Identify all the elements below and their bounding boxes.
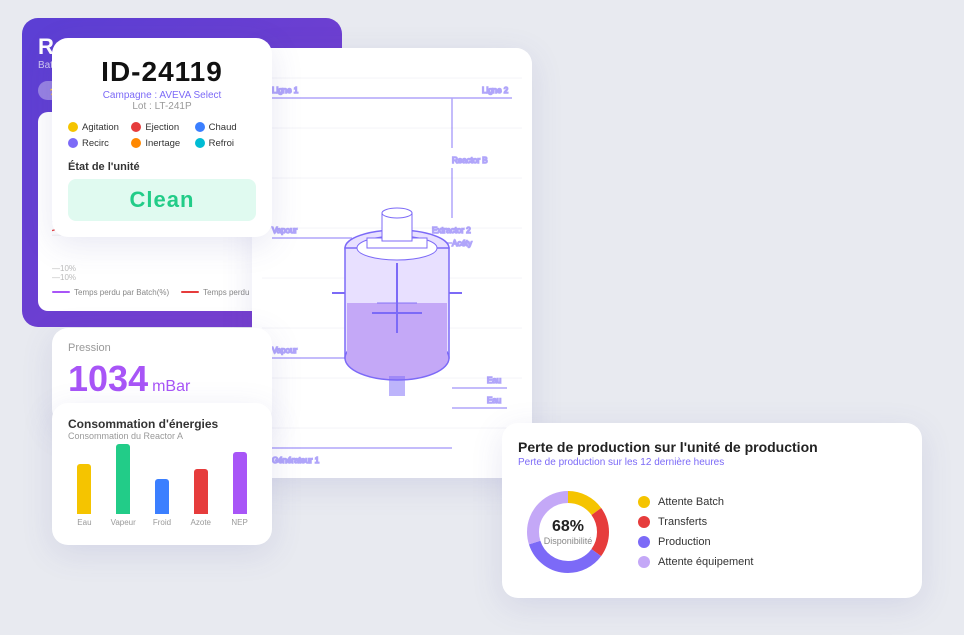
bar-label-froid: Froid	[153, 518, 171, 527]
badge-recirc: Recirc	[68, 138, 129, 149]
dot-refroi	[195, 138, 205, 148]
badge-agitation: Agitation	[68, 122, 129, 133]
process-svg: Ligne 1 Ligne 2 Reactor B Extractor 2 Ac…	[252, 48, 532, 478]
badge-ejection: Ejection	[131, 122, 192, 133]
bar-group-froid: Froid	[146, 479, 179, 527]
badge-label-agitation: Agitation	[82, 122, 119, 133]
dot-agitation	[68, 122, 78, 132]
bar-group-azote: Azote	[184, 469, 217, 527]
badge-label-recirc: Recirc	[82, 138, 109, 149]
badge-label-refroi: Refroi	[209, 138, 234, 149]
dot-attente-batch	[638, 496, 650, 508]
id-title: ID-24119	[68, 56, 256, 88]
badges-grid: Agitation Ejection Chaud Recirc Inertage…	[68, 122, 256, 149]
bar-chart: Eau Vapeur Froid Azote NEP	[68, 451, 256, 531]
badge-label-chaud: Chaud	[209, 122, 237, 133]
dot-production	[638, 536, 650, 548]
legend-batch-pct: Temps perdu par Batch(%)	[52, 288, 169, 297]
badge-chaud: Chaud	[195, 122, 256, 133]
id-lot: Lot : LT-241P	[68, 101, 256, 112]
legend-attente-equipement: Attente équipement	[638, 556, 753, 568]
dot-transferts	[638, 516, 650, 528]
id-card: ID-24119 Campagne : AVEVA Select Lot : L…	[52, 38, 272, 237]
legend-transferts: Transferts	[638, 516, 753, 528]
scene: ID-24119 Campagne : AVEVA Select Lot : L…	[22, 18, 942, 618]
bar-eau	[77, 464, 91, 514]
bar-label-azote: Azote	[191, 518, 211, 527]
label-attente-batch: Attente Batch	[658, 496, 724, 508]
badge-label-inertage: Inertage	[145, 138, 180, 149]
svg-text:Générateur 1: Générateur 1	[272, 456, 320, 465]
legend-line-red	[181, 291, 199, 293]
energy-sub: Consommation du Reactor A	[68, 431, 256, 441]
svg-text:Extractor 2: Extractor 2	[432, 226, 471, 235]
bar-nep	[233, 452, 247, 514]
prod-sub: Perte de production sur les 12 dernière …	[518, 457, 906, 468]
svg-text:Eau: Eau	[487, 376, 501, 385]
pressure-number: 1034	[68, 358, 148, 400]
dot-chaud	[195, 122, 205, 132]
y-label-left-1: —10%	[52, 264, 76, 273]
dot-attente-equipement	[638, 556, 650, 568]
pressure-unit: mBar	[152, 378, 190, 396]
process-diagram-card: Ligne 1 Ligne 2 Reactor B Extractor 2 Ac…	[252, 48, 532, 478]
legend-line-purple	[52, 291, 70, 293]
donut-percentage: 68%	[544, 518, 593, 536]
pressure-value: 1034 mBar	[68, 358, 256, 400]
bar-group-nep: NEP	[223, 452, 256, 527]
dot-inertage	[131, 138, 141, 148]
svg-text:Acéty: Acéty	[452, 239, 472, 248]
donut-label: Disponibilité	[544, 536, 593, 546]
energy-title: Consommation d'énergies	[68, 417, 256, 431]
legend-label-pct: Temps perdu par Batch(%)	[74, 288, 169, 297]
legend-attente-batch: Attente Batch	[638, 496, 753, 508]
legend-production: Production	[638, 536, 753, 548]
bar-froid	[155, 479, 169, 514]
bar-label-nep: NEP	[231, 518, 247, 527]
dot-ejection	[131, 122, 141, 132]
label-transferts: Transferts	[658, 516, 707, 528]
pressure-label: Pression	[68, 342, 256, 354]
bar-group-vapeur: Vapeur	[107, 444, 140, 527]
bar-vapeur	[116, 444, 130, 514]
badge-refroi: Refroi	[195, 138, 256, 149]
production-card: Perte de production sur l'unité de produ…	[502, 423, 922, 598]
bar-label-vapeur: Vapeur	[111, 518, 136, 527]
y-label-left-2: —10%	[52, 273, 76, 282]
unit-label: État de l'unité	[68, 161, 256, 173]
label-attente-equipement: Attente équipement	[658, 556, 753, 568]
donut-center: 68% Disponibilité	[544, 518, 593, 546]
svg-text:Vapour: Vapour	[272, 226, 298, 235]
svg-text:Vapour: Vapour	[272, 346, 298, 355]
energy-card: Consommation d'énergies Consommation du …	[52, 403, 272, 545]
label-production: Production	[658, 536, 711, 548]
svg-text:Ligne 1: Ligne 1	[272, 86, 299, 95]
badge-label-ejection: Ejection	[145, 122, 179, 133]
svg-text:Ligne 2: Ligne 2	[482, 86, 509, 95]
status-badge: Clean	[68, 179, 256, 221]
bar-label-eau: Eau	[77, 518, 91, 527]
dot-recirc	[68, 138, 78, 148]
svg-text:Reactor B: Reactor B	[452, 156, 488, 165]
prod-legend: Attente Batch Transferts Production Atte…	[638, 496, 753, 568]
prod-content: 68% Disponibilité Attente Batch Transfer…	[518, 482, 906, 582]
prod-title: Perte de production sur l'unité de produ…	[518, 439, 906, 455]
bar-azote	[194, 469, 208, 514]
badge-inertage: Inertage	[131, 138, 192, 149]
svg-text:Eau: Eau	[487, 396, 501, 405]
donut-chart: 68% Disponibilité	[518, 482, 618, 582]
id-campaign: Campagne : AVEVA Select	[68, 90, 256, 101]
bar-group-eau: Eau	[68, 464, 101, 527]
